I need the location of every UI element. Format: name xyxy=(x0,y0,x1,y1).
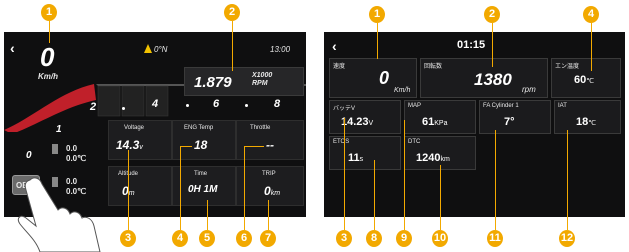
gauge-label: Voltage xyxy=(124,125,145,131)
tile-label: DTC xyxy=(408,139,421,145)
callout-marker: 4 xyxy=(172,230,188,247)
gear-label: 1 xyxy=(56,124,62,135)
callout-marker: 3 xyxy=(336,230,352,247)
callout-marker: 2 xyxy=(224,4,240,21)
rpm-unit: RPM xyxy=(252,80,268,87)
scale-tick: 6 xyxy=(213,98,220,110)
tile-value: 0 xyxy=(379,68,390,88)
scale-dot xyxy=(245,104,248,107)
gauge-value: 18 xyxy=(194,138,208,152)
callout-leader xyxy=(268,200,269,230)
callout-leader xyxy=(377,23,378,59)
callout-leader xyxy=(567,130,568,230)
gear-label: 0 xyxy=(26,150,32,161)
tile-label: 回転数 xyxy=(424,64,443,70)
right-dashboard-screen: ‹ 01:15 速度 0 Km/h 回転数 1380 rpm エン温度 60℃ … xyxy=(324,32,625,217)
callout-leader xyxy=(49,21,50,43)
callout-marker: 7 xyxy=(260,230,276,247)
side-readout: 0.0 xyxy=(66,144,78,153)
gauge-label: ENG Temp xyxy=(184,125,214,131)
tile-unit: Km/h xyxy=(394,87,411,94)
gauge-value: -- xyxy=(266,138,274,152)
tile-label: ETOS xyxy=(333,139,350,145)
callout-marker: 1 xyxy=(369,6,385,23)
callout-marker: 11 xyxy=(487,230,503,247)
back-arrow-icon[interactable]: ‹ xyxy=(332,38,337,54)
tile-value: 1240km xyxy=(416,152,450,164)
tile-value: 61KPa xyxy=(422,116,448,128)
tile-value: 60℃ xyxy=(574,74,595,86)
callout-leader xyxy=(180,146,192,147)
tile-label: エン温度 xyxy=(555,64,580,70)
tile-value: 11s xyxy=(348,152,364,164)
tile-unit: rpm xyxy=(522,85,536,94)
clock: 13:00 xyxy=(270,45,291,54)
callout-leader xyxy=(180,146,181,230)
callout-leader xyxy=(404,120,405,230)
callout-leader xyxy=(495,130,496,230)
indicator-icon xyxy=(52,144,58,154)
gauge-label: Time xyxy=(194,171,208,177)
gauge-label: Throttle xyxy=(250,125,271,131)
callout-marker: 4 xyxy=(583,6,599,23)
callout-marker: 9 xyxy=(396,230,412,247)
callout-leader xyxy=(232,21,233,71)
scale-tick: 4 xyxy=(152,98,159,110)
tile-label: 速度 xyxy=(333,64,346,70)
callout-marker: 5 xyxy=(199,230,215,247)
callout-marker: 12 xyxy=(559,230,575,247)
callout-leader xyxy=(440,165,441,230)
callout-leader xyxy=(492,23,493,67)
gauge-value: 0km xyxy=(264,184,281,198)
tile-value: 1380 xyxy=(474,70,512,89)
callout-leader xyxy=(128,150,129,230)
callout-leader xyxy=(244,146,245,230)
scale-tick: 2 xyxy=(90,101,97,113)
gauge-label: TRIP xyxy=(262,171,276,177)
callout-marker: 8 xyxy=(366,230,382,247)
gauge-value: 14.3v xyxy=(116,138,143,152)
tile-value: 18℃ xyxy=(576,116,597,128)
navigation-arrow-icon xyxy=(144,44,152,53)
callout-marker: 2 xyxy=(484,6,500,23)
callout-leader xyxy=(244,146,264,147)
rpm-unit-multiplier: X1000 xyxy=(252,72,273,79)
scale-tick: 8 xyxy=(274,98,281,110)
callout-marker: 1 xyxy=(41,4,57,21)
side-readout: 0.0℃ xyxy=(66,154,87,163)
callout-leader xyxy=(374,160,375,230)
callout-marker: 6 xyxy=(236,230,252,247)
tile-label: MAP xyxy=(408,103,422,109)
tile-value: 14.23V xyxy=(341,116,374,128)
pointing-hand-icon xyxy=(17,177,101,252)
back-arrow-icon[interactable]: ‹ xyxy=(10,40,15,56)
scale-dot xyxy=(186,104,189,107)
tile-label: FA Cylinder 1 xyxy=(483,103,519,109)
tile-value: 7° xyxy=(504,116,515,128)
clock: 01:15 xyxy=(457,39,486,51)
callout-marker: 3 xyxy=(120,230,136,247)
callout-leader xyxy=(344,118,345,230)
callout-leader xyxy=(591,23,592,71)
callout-leader xyxy=(207,200,208,230)
compass-heading: 0°N xyxy=(154,45,168,54)
gauge-value: 0H 1M xyxy=(188,184,218,195)
scale-dot xyxy=(122,107,125,110)
tile-label: IAT xyxy=(558,103,567,109)
tile-label: バッテV xyxy=(333,106,356,112)
rpm-value: 1.879 xyxy=(194,74,232,91)
callout-marker: 10 xyxy=(432,230,448,247)
